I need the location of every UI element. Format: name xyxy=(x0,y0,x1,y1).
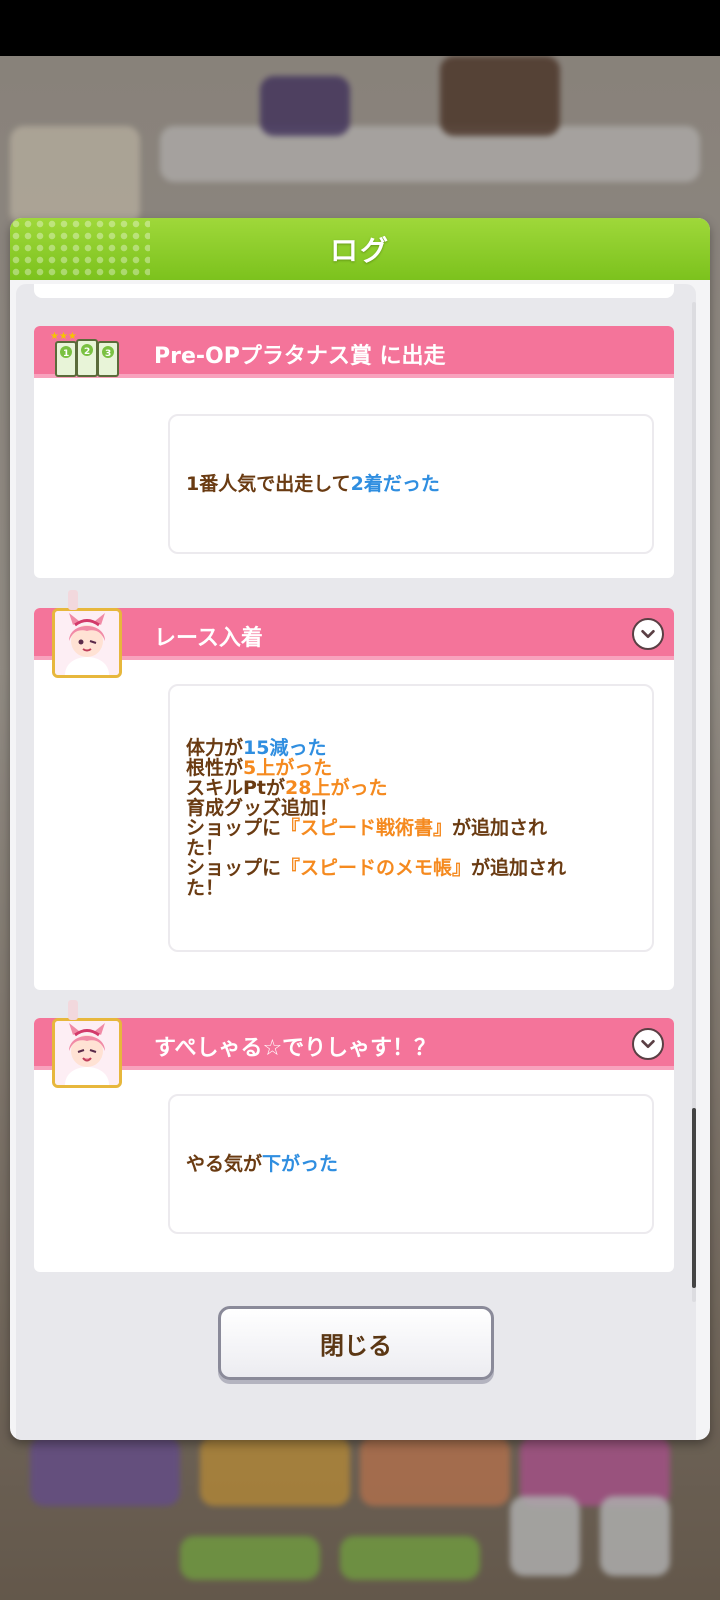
collapse-button[interactable] xyxy=(632,618,664,650)
log-message-box: 1番人気で出走して2着だった xyxy=(168,414,654,554)
log-message-line: た！ xyxy=(186,838,566,858)
log-dialog: ログ ★★★ 1 2 3 Pre-OPプラタナス賞 に出走 1番人気で出走して2… xyxy=(10,218,710,1440)
scrollbar-thumb[interactable] xyxy=(692,1108,696,1288)
log-message-segment: 育成グッズ追加！ xyxy=(186,797,339,819)
log-message-line: 根性が5上がった xyxy=(186,758,566,778)
log-entry-title: すぺしゃる☆でりしゃす！？ xyxy=(154,1036,437,1061)
header-pattern xyxy=(10,218,150,280)
chevron-down-icon xyxy=(641,629,655,639)
character-portrait xyxy=(52,1018,122,1088)
log-message-line: やる気が下がった xyxy=(186,1154,338,1174)
log-entry-title: レース入着 xyxy=(154,626,263,651)
log-message: 1番人気で出走して2着だった xyxy=(186,474,440,494)
log-message-line: スキルPtが28上がった xyxy=(186,778,566,798)
log-message-segment: スキルPtが xyxy=(186,777,286,799)
log-message-segment: た！ xyxy=(186,837,225,859)
log-message-segment: 『スピードのメモ帳』 xyxy=(281,857,472,879)
character-face-icon xyxy=(55,611,119,675)
log-message-segment: 体力が xyxy=(186,737,244,759)
log-message-line: 体力が15減った xyxy=(186,738,566,758)
log-entry-header[interactable]: すぺしゃる☆でりしゃす！？ xyxy=(34,1000,674,1088)
log-message-line: た！ xyxy=(186,878,566,898)
previous-entry-edge xyxy=(34,284,674,298)
chevron-down-icon xyxy=(641,1039,655,1049)
log-message-segment: が追加され xyxy=(452,817,548,839)
collapse-button[interactable] xyxy=(632,1028,664,1060)
log-message-segment: 下がった xyxy=(262,1153,339,1175)
log-entry-header[interactable]: レース入着 xyxy=(34,590,674,678)
log-list[interactable]: ★★★ 1 2 3 Pre-OPプラタナス賞 に出走 1番人気で出走して 2着だっ… xyxy=(16,284,696,1440)
log-message-segment: やる気が xyxy=(186,1153,263,1175)
log-message-box: 体力が15減った 根性が5上がった スキルPtが28上がった 育成グッズ追加！ ショップ… xyxy=(168,684,654,952)
log-message-segment: 1番人気で出走して xyxy=(186,473,351,495)
log-message-segment: が追加され xyxy=(471,857,567,879)
dialog-header: ログ xyxy=(10,218,710,280)
log-message-segment: 『スピード戦術書』 xyxy=(281,817,453,839)
svg-text:2: 2 xyxy=(84,347,90,357)
log-message-segment: ショップに xyxy=(186,857,282,879)
log-message-segment: 根性が xyxy=(186,757,244,779)
log-message-segment: 28上がった xyxy=(285,777,388,799)
log-message-segment: 5上がった xyxy=(243,757,333,779)
character-portrait xyxy=(52,608,122,678)
status-bar xyxy=(0,0,720,56)
log-message-segment: た！ xyxy=(186,877,225,899)
log-entry-header: ★★★ 1 2 3 Pre-OPプラタナス賞 に出走 xyxy=(34,326,674,378)
log-list-viewport: ★★★ 1 2 3 Pre-OPプラタナス賞 に出走 1番人気で出走して 2着だっ… xyxy=(16,284,696,1440)
log-message-line: ショップに『スピードのメモ帳』が追加され xyxy=(186,858,566,878)
portrait-hanger xyxy=(68,590,78,610)
race-tickets-icon: ★★★ 1 2 3 xyxy=(50,331,119,377)
log-entry-title: Pre-OPプラタナス賞 に出走 xyxy=(154,344,446,369)
svg-text:3: 3 xyxy=(105,349,111,359)
log-entry: すぺしゃる☆でりしゃす！？ やる気が下がった xyxy=(34,1000,674,1272)
svg-text:★★★: ★★★ xyxy=(50,331,77,342)
svg-text:1: 1 xyxy=(63,349,69,359)
log-message-line: 1番人気で出走して2着だった xyxy=(186,474,440,494)
log-message-box: やる気が下がった xyxy=(168,1094,654,1234)
log-entry: ★★★ 1 2 3 Pre-OPプラタナス賞 に出走 1番人気で出走して 2着だっ… xyxy=(34,326,674,578)
dialog-title: ログ xyxy=(329,234,390,267)
log-message-line: 育成グッズ追加！ xyxy=(186,798,566,818)
close-button[interactable]: 閉じる xyxy=(218,1306,494,1380)
character-face-icon xyxy=(55,1021,119,1085)
log-message-segment: ショップに xyxy=(186,817,282,839)
log-message: 体力が15減った 根性が5上がった スキルPtが28上がった 育成グッズ追加！ ショップ… xyxy=(186,738,566,898)
log-message: やる気が下がった xyxy=(186,1154,338,1174)
log-message-segment: 15減った xyxy=(243,737,327,759)
portrait-hanger xyxy=(68,1000,78,1020)
log-entry: レース入着 体力が15減った 根性が5上がった スキルPtが28上がった 育成グッズ追… xyxy=(34,590,674,990)
log-message-segment: 2着だった xyxy=(350,473,440,495)
log-message-line: ショップに『スピード戦術書』が追加され xyxy=(186,818,566,838)
